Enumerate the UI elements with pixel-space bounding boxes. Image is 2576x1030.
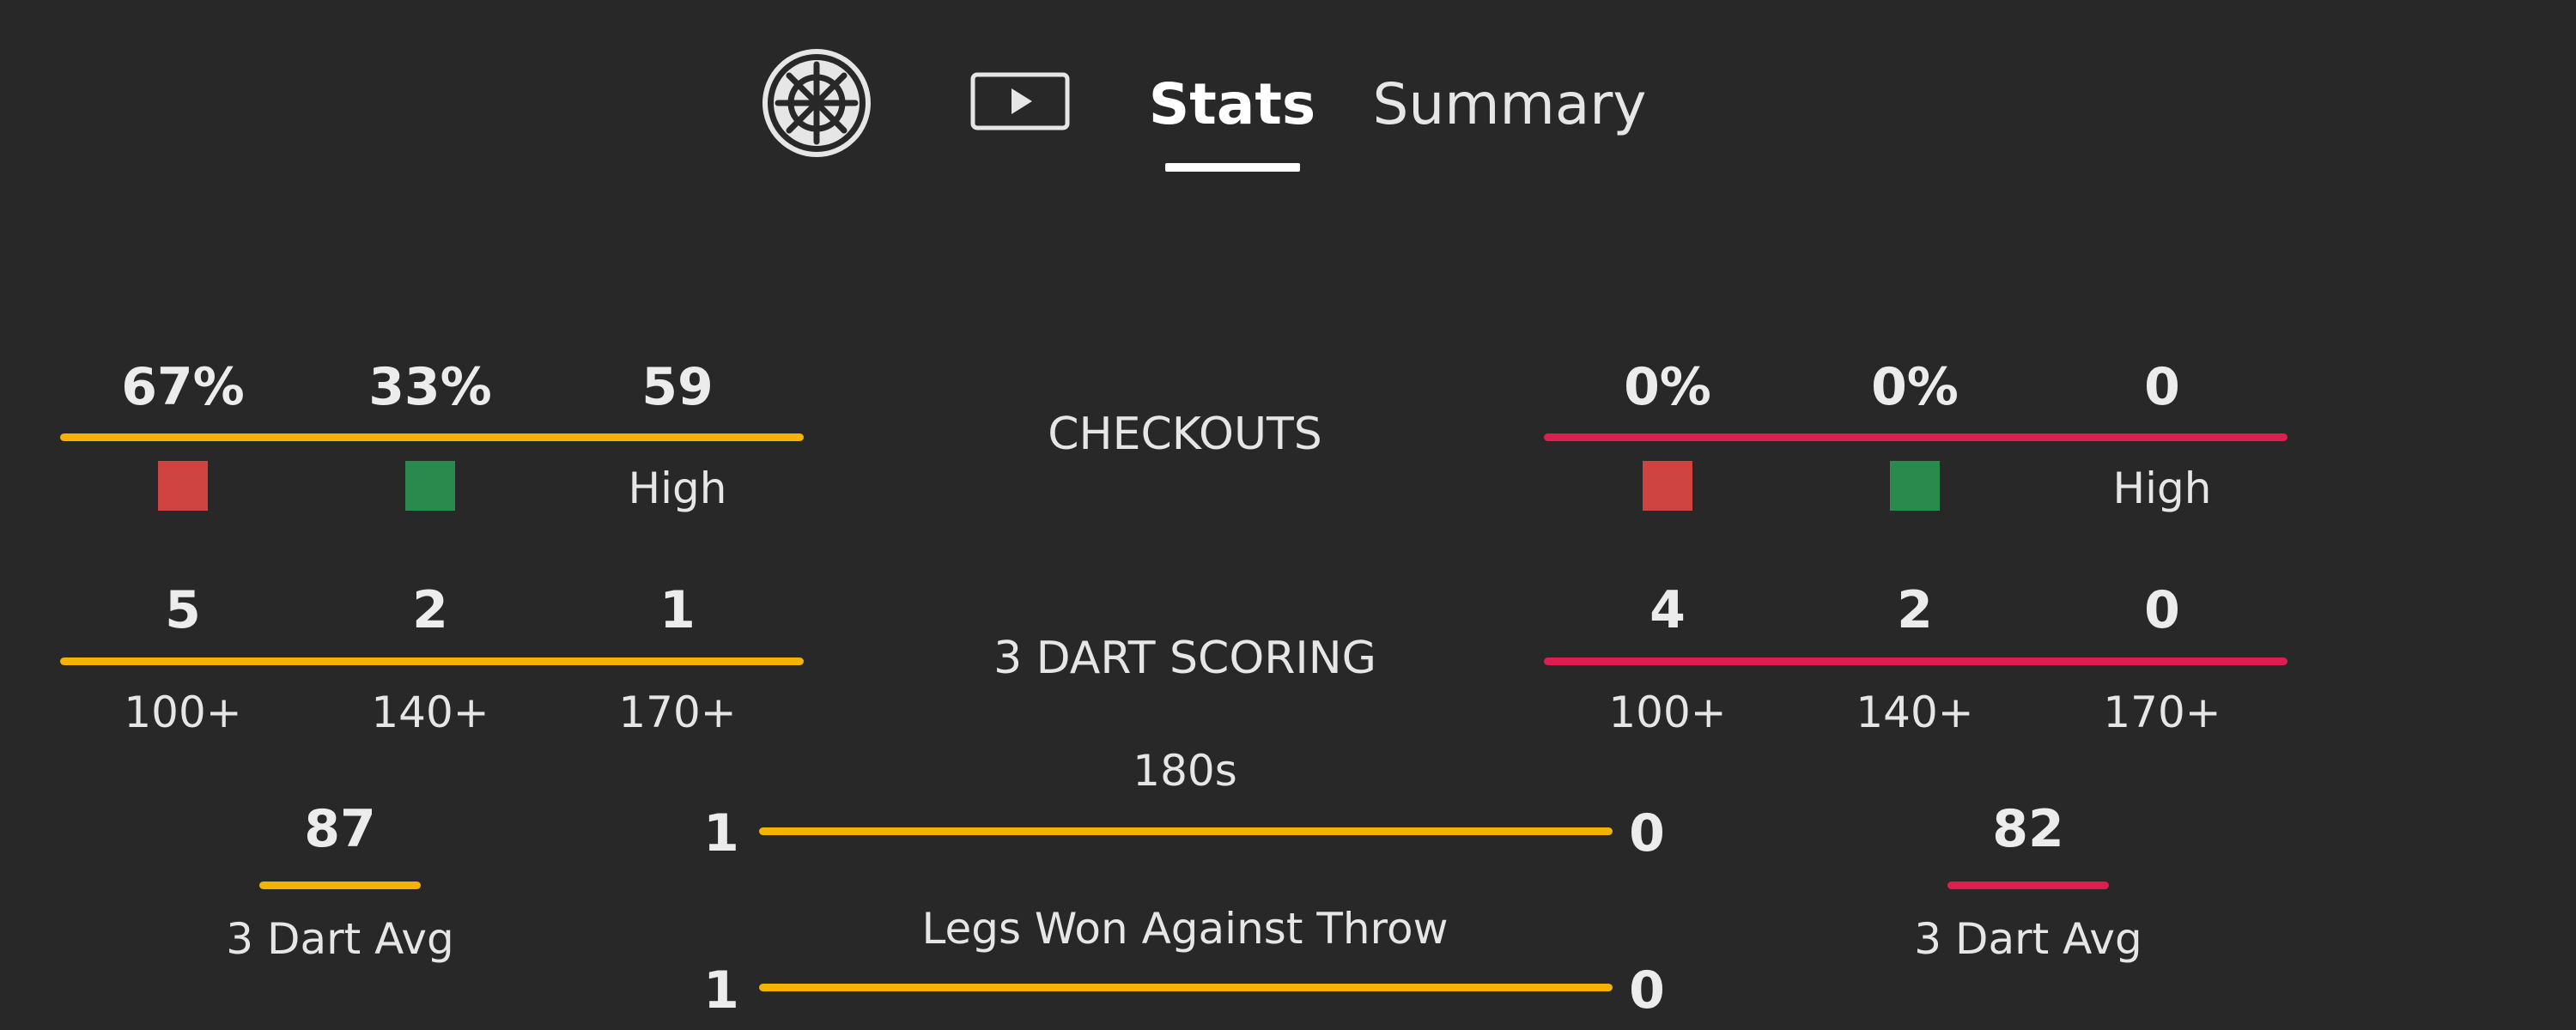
label-170-plus: 170+: [618, 688, 737, 737]
scoring-title: 3 DART SCORING: [993, 633, 1376, 684]
player1-legs-won-value: 1: [703, 960, 739, 1021]
player1-average-bar: [259, 882, 421, 889]
hit-swatch: [405, 461, 455, 511]
dartboard-icon[interactable]: [761, 47, 872, 159]
player1-scoring-bar: [60, 657, 804, 665]
label-170-plus: 170+: [2103, 688, 2221, 737]
player2-140-plus: 2: [1897, 580, 1933, 640]
comparison-legs-won-bar: [759, 984, 1613, 991]
player2-scoring-bar: [1544, 657, 2287, 665]
comparison-legs-won-title: Legs Won Against Throw: [921, 904, 1449, 954]
player1-checkout-value-2: 33%: [368, 357, 492, 417]
player2-180s-value: 0: [1629, 803, 1665, 863]
player1-high-label: High: [628, 464, 727, 513]
player1-checkout-bar: [60, 433, 804, 441]
tab-stats-underline: [1165, 163, 1300, 172]
player1-180s-value: 1: [703, 803, 739, 863]
player2-high-label: High: [2112, 464, 2212, 513]
player2-average-bar: [1947, 882, 2109, 889]
comparison-180s-title: 180s: [1133, 746, 1237, 796]
player2-100-plus: 4: [1649, 580, 1686, 640]
player2-checkout-value-2: 0%: [1871, 357, 1959, 417]
player1-average-label: 3 Dart Avg: [226, 914, 454, 964]
miss-swatch: [1643, 461, 1692, 511]
player2-legs-won-value: 0: [1629, 960, 1665, 1021]
tab-stats[interactable]: Stats: [1149, 67, 1315, 142]
player1-140-plus: 2: [412, 580, 448, 640]
player2-170-plus: 0: [2144, 580, 2180, 640]
label-100-plus: 100+: [124, 688, 242, 737]
player1-average-value: 87: [304, 799, 376, 859]
hit-swatch: [1890, 461, 1940, 511]
label-140-plus: 140+: [1856, 688, 1974, 737]
player1-checkout-high: 59: [641, 357, 714, 417]
tab-summary[interactable]: Summary: [1373, 67, 1647, 142]
player2-checkout-value-1: 0%: [1624, 357, 1711, 417]
player2-average-label: 3 Dart Avg: [1914, 914, 2142, 964]
miss-swatch: [158, 461, 208, 511]
checkouts-title: CHECKOUTS: [1048, 409, 1322, 460]
player2-checkout-bar: [1544, 433, 2287, 441]
player2-average-value: 82: [1992, 799, 2064, 859]
player2-checkout-high: 0: [2144, 357, 2180, 417]
video-play-icon[interactable]: [970, 72, 1070, 130]
player1-checkout-value-1: 67%: [121, 357, 245, 417]
player1-170-plus: 1: [659, 580, 696, 640]
label-100-plus: 100+: [1608, 688, 1727, 737]
player1-100-plus: 5: [165, 580, 201, 640]
label-140-plus: 140+: [371, 688, 489, 737]
comparison-180s-bar: [759, 827, 1613, 835]
